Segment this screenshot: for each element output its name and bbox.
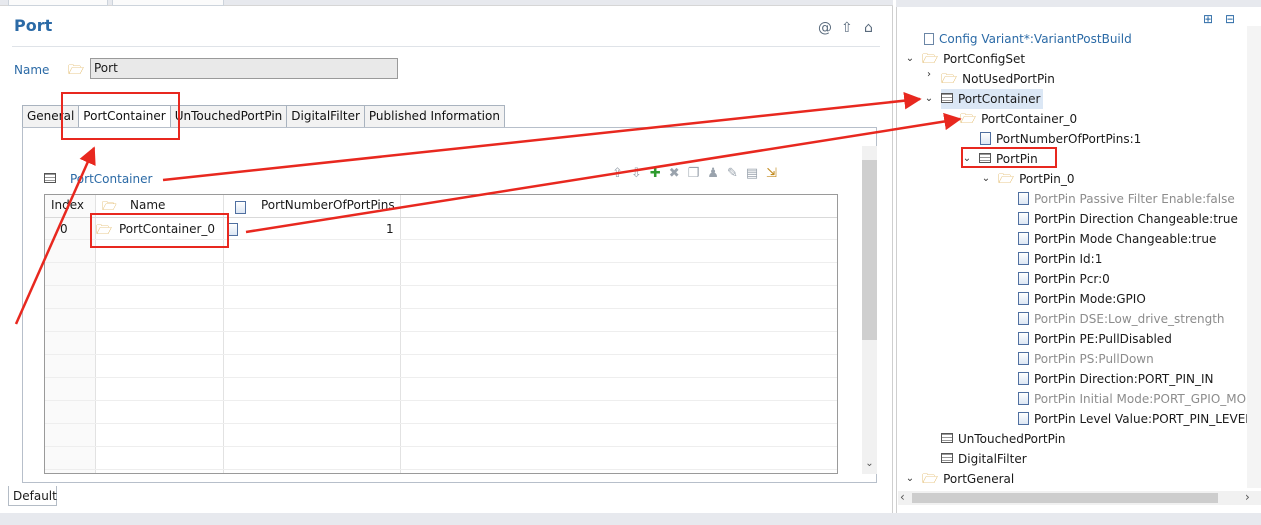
annotation-arrow — [245, 112, 962, 234]
annotation-arrow — [14, 146, 96, 325]
annotation-arrow — [162, 91, 922, 182]
annotation-arrows — [14, 91, 962, 325]
